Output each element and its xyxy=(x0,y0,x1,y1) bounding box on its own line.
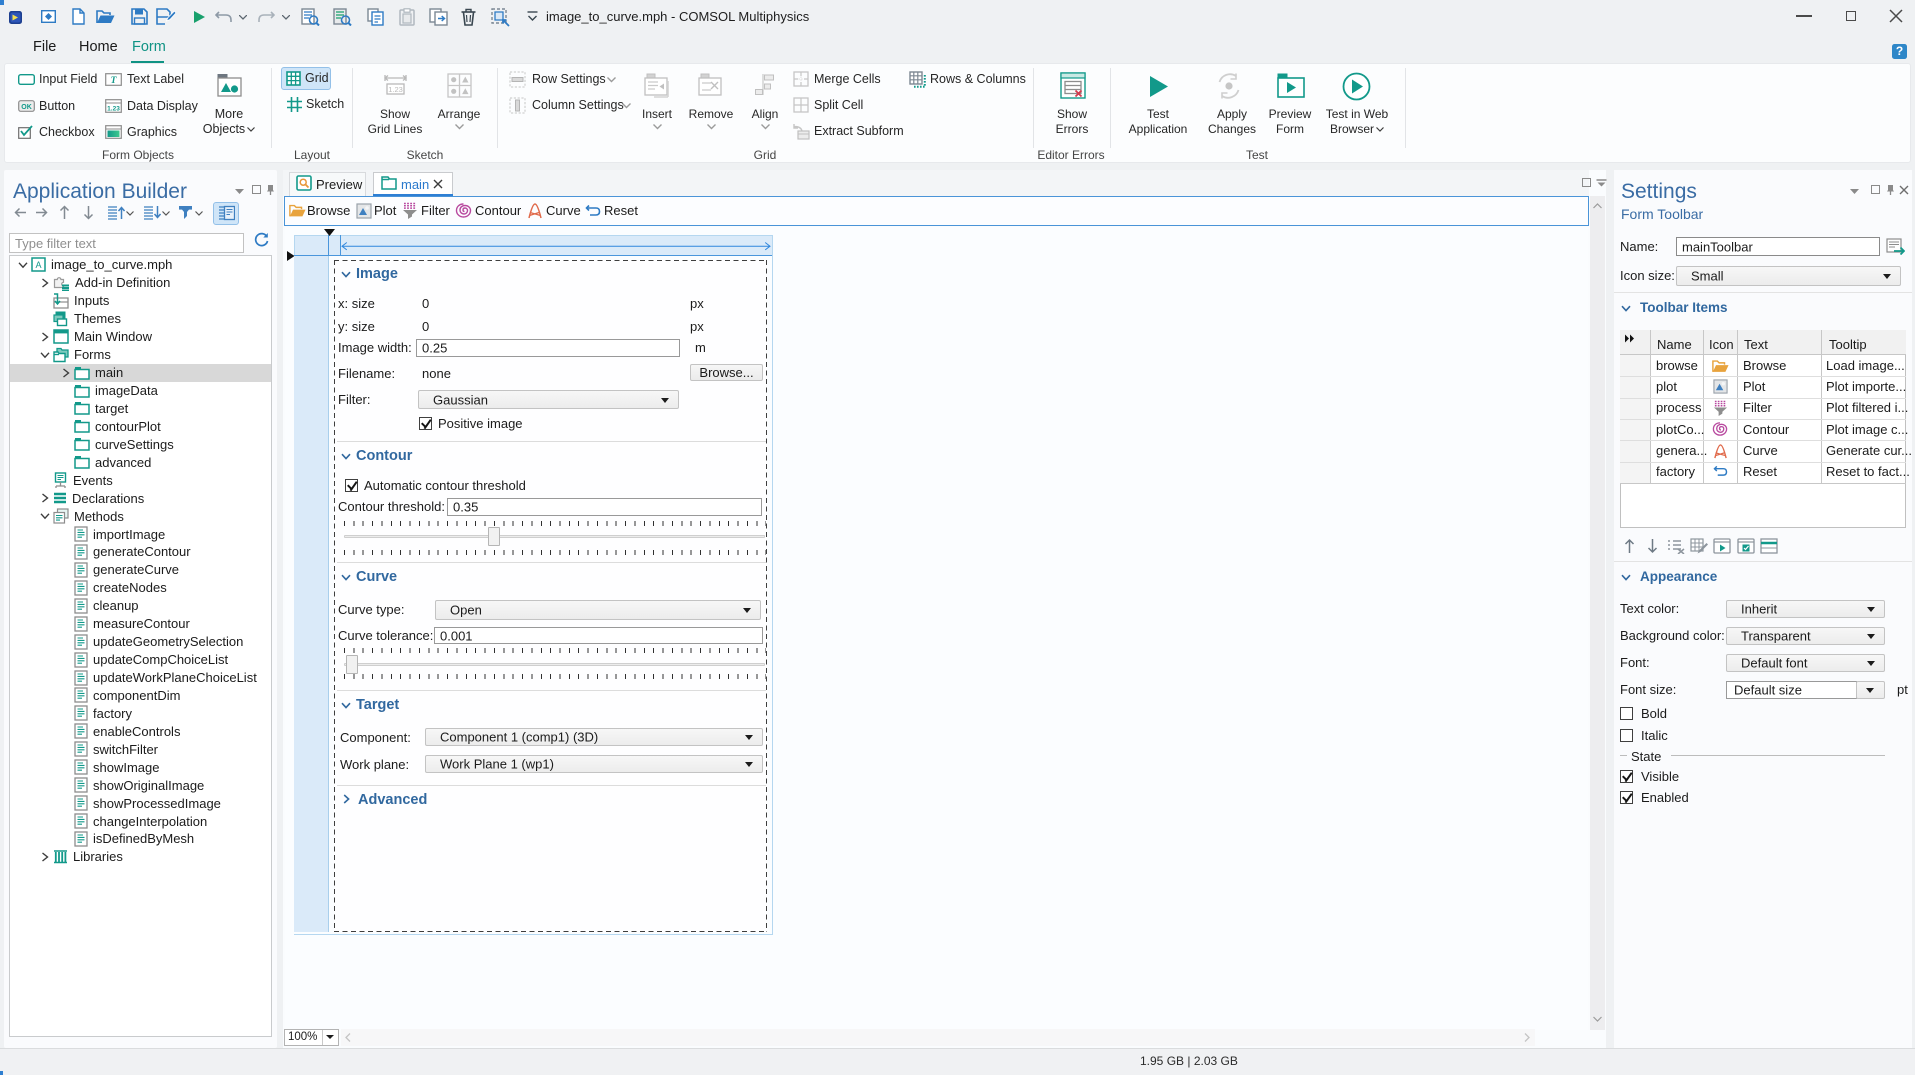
svg-text:OK: OK xyxy=(21,104,32,111)
svg-text:1.23: 1.23 xyxy=(107,106,120,113)
svg-text:1.23: 1.23 xyxy=(388,85,403,94)
